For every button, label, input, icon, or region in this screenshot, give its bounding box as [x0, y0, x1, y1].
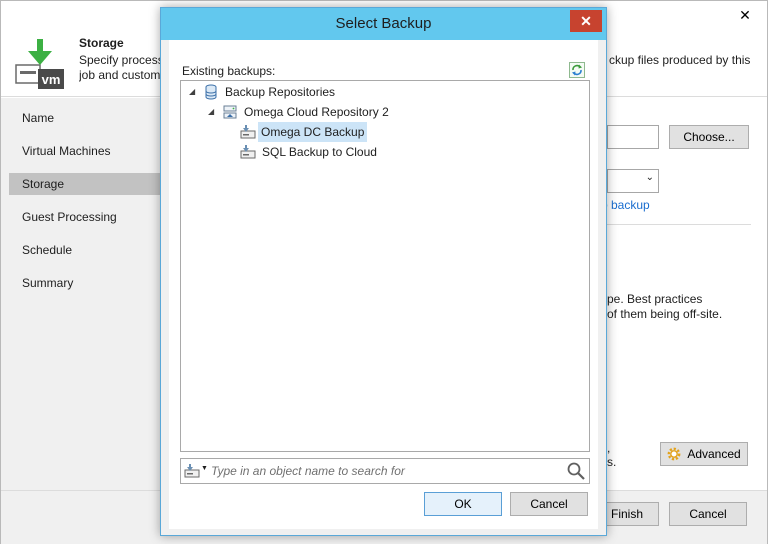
dialog-title: Select Backup ✕ [161, 8, 606, 40]
existing-backups-label: Existing backups: [182, 64, 276, 78]
divider [607, 224, 751, 225]
select-backup-dialog: Select Backup ✕ Existing backups: ◢ Back… [160, 7, 607, 536]
tree-label: Omega Cloud Repository 2 [244, 105, 389, 119]
backups-tree[interactable]: ◢ Backup Repositories ◢ Omega Cloud Repo… [180, 80, 590, 452]
backup-job-icon [240, 145, 256, 159]
svg-text:vm: vm [42, 72, 61, 87]
tree-node-omega-cloud-repository[interactable]: ◢ Omega Cloud Repository 2 [206, 102, 426, 122]
repository-stack-icon [205, 84, 217, 100]
nav-step-summary[interactable]: Summary [9, 272, 161, 294]
refresh-icon[interactable] [569, 62, 585, 78]
nav-step-virtual-machines[interactable]: Virtual Machines [9, 140, 161, 162]
storage-step-content: Choose... ⌄ o backup pe. Best practices … [601, 98, 767, 490]
dropdown-arrow-icon: ▼ [201, 465, 208, 472]
collapse-icon[interactable]: ◢ [208, 102, 214, 122]
dialog-title-text: Select Backup [335, 15, 432, 32]
tree-node-backup-repositories[interactable]: ◢ Backup Repositories [187, 82, 387, 102]
advanced-button-label: Advanced [687, 447, 741, 461]
object-type-dropdown[interactable]: ▼ [183, 462, 209, 480]
nav-step-name[interactable]: Name [9, 107, 161, 129]
dialog-cancel-button[interactable]: Cancel [510, 492, 588, 516]
repository-dropdown[interactable]: ⌄ [607, 169, 659, 193]
tree-node-sql-backup-to-cloud[interactable]: SQL Backup to Cloud [240, 142, 440, 162]
backup-repository-field[interactable] [607, 125, 659, 149]
cloud-repository-icon [223, 105, 237, 119]
wizard-cancel-button[interactable]: Cancel [669, 502, 747, 526]
backup-job-icon [184, 464, 200, 478]
choose-button[interactable]: Choose... [669, 125, 749, 149]
backup-job-icon [240, 125, 256, 139]
nav-step-guest-processing[interactable]: Guest Processing [9, 206, 161, 228]
tree-label: SQL Backup to Cloud [262, 145, 377, 159]
best-practices-text-1: pe. Best practices [607, 292, 703, 306]
gear-icon [667, 447, 681, 461]
nav-step-schedule[interactable]: Schedule [9, 239, 161, 261]
dialog-close-button[interactable]: ✕ [570, 10, 602, 32]
best-practices-text-2: of them being off-site. [607, 307, 723, 321]
tree-label: Omega DC Backup [258, 122, 368, 142]
ok-button[interactable]: OK [424, 492, 502, 516]
tree-node-omega-dc-backup[interactable]: Omega DC Backup [240, 122, 440, 142]
nav-step-storage[interactable]: Storage [9, 173, 161, 195]
search-input[interactable] [211, 460, 561, 482]
advanced-button[interactable]: Advanced [660, 442, 748, 466]
search-icon[interactable] [566, 461, 586, 481]
vm-storage-icon: vm [15, 39, 64, 89]
advanced-hint-text-2: s. [607, 455, 617, 469]
wizard-step-nav: Name Virtual Machines Storage Guest Proc… [1, 98, 161, 490]
wizard-step-title: Storage [79, 36, 124, 50]
tree-label: Backup Repositories [225, 85, 336, 99]
advanced-hint-text-1: , [607, 441, 611, 455]
dialog-body: Existing backups: ◢ Backup Repositories … [169, 40, 598, 529]
search-bar: ▼ [180, 458, 590, 484]
collapse-icon[interactable]: ◢ [189, 82, 195, 102]
map-backup-link[interactable]: o backup [601, 198, 650, 212]
description-continuation: ckup files produced by this [609, 53, 751, 67]
chevron-down-icon: ⌄ [645, 172, 654, 183]
wizard-close-button[interactable]: ✕ [731, 4, 759, 26]
